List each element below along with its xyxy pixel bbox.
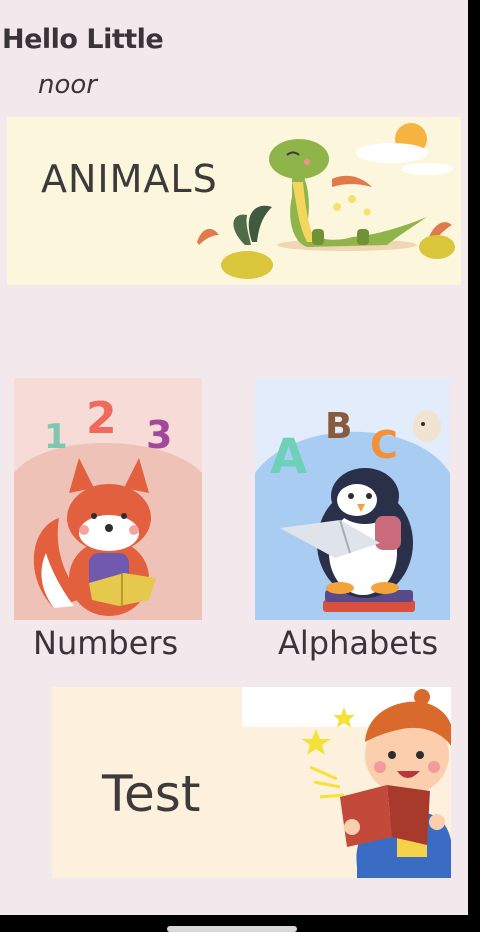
penguin-reading-icon: A B C — [255, 406, 450, 620]
alphabets-label[interactable]: Alphabets — [278, 624, 438, 662]
numbers-card[interactable]: 1 2 3 — [14, 378, 202, 620]
dinosaur-icon — [197, 123, 455, 279]
digit-1: 1 — [44, 417, 68, 457]
letter-c: C — [370, 423, 398, 467]
numbers-label[interactable]: Numbers — [33, 624, 178, 662]
user-name: noor — [38, 70, 97, 100]
digit-3: 3 — [146, 413, 172, 457]
greeting-title: Hello Little — [2, 24, 164, 55]
test-card[interactable]: Test — [52, 687, 451, 878]
digit-2: 2 — [86, 393, 117, 444]
letter-a: A — [270, 429, 307, 485]
animals-card[interactable]: ANIMALS — [7, 117, 461, 285]
fox-reading-icon: 1 2 3 — [14, 393, 202, 620]
letter-b: B — [325, 406, 352, 447]
test-card-label: Test — [102, 765, 201, 823]
app-screen: Hello Little noor ANIMALS 1 2 3 Numbers … — [0, 0, 468, 915]
alphabets-card[interactable]: A B C — [255, 378, 450, 620]
home-indicator[interactable] — [167, 926, 297, 932]
